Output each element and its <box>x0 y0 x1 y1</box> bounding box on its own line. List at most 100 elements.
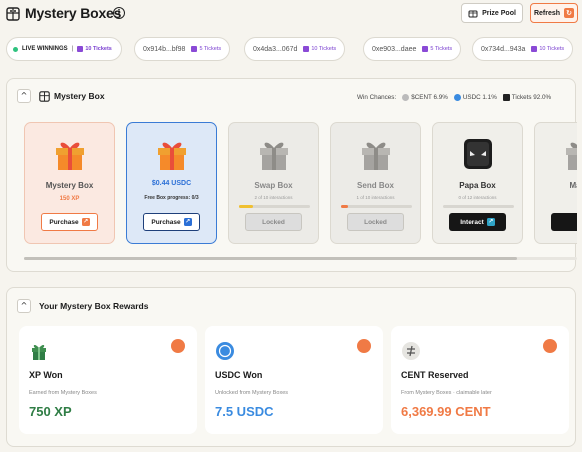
box-interactions: 1 of 10 interactions <box>356 195 395 200</box>
gift-icon <box>56 142 84 170</box>
ticker-address: 0xe903...daee <box>372 45 417 53</box>
gift-icon <box>362 142 390 170</box>
box-name: Send Box <box>357 181 394 190</box>
ticker-prize: 5 Tickets <box>422 46 452 52</box>
box-carousel[interactable]: Mystery Box 150 XP Purchase ↗ $0.44 USDC… <box>24 122 577 244</box>
mystery-box-icon <box>6 7 20 21</box>
ticker-prize: 5 Tickets <box>191 46 221 52</box>
usdc-icon <box>453 94 461 101</box>
ticker-address: 0x914b...bf98 <box>143 45 186 53</box>
ticket-icon <box>303 46 310 52</box>
ticker-address: 0x4da3...067d <box>253 45 298 53</box>
progress-bar <box>443 205 514 208</box>
ticker-prize-label: 5 Tickets <box>430 46 453 52</box>
reward-value: 7.5 USDC <box>215 404 274 419</box>
prize-pool-button[interactable]: Prize Pool <box>461 3 523 23</box>
ticker-prize-label: 5 Tickets <box>199 46 222 52</box>
purchase-button[interactable]: Purchase ↗ <box>41 213 98 231</box>
box-name: Mystery Box <box>45 181 94 190</box>
locked-button[interactable]: Locked <box>245 213 302 231</box>
box-card-usdc[interactable]: $0.44 USDC Free Box progress: 0/3 Purcha… <box>126 122 217 244</box>
arrow-icon: ↗ <box>183 218 192 226</box>
ticket-icon <box>191 46 198 52</box>
chance-tickets: Tickets 92.0% <box>502 94 551 101</box>
ticket-icon <box>422 46 429 52</box>
share-icon[interactable] <box>357 339 371 353</box>
box-name: Papa Box <box>459 181 496 190</box>
gift-icon <box>566 142 577 170</box>
info-icon[interactable]: i <box>113 7 125 19</box>
ticket-icon <box>77 46 84 52</box>
refresh-icon: ↻ <box>564 8 575 18</box>
usdc-icon <box>216 342 234 360</box>
box-card-swap[interactable]: Swap Box 2 of 10 interactions Locked <box>228 122 319 244</box>
ticker-prize: 10 Tickets <box>77 46 112 52</box>
chance-usdc: USDC 1.1% <box>453 94 497 101</box>
reward-title: XP Won <box>29 370 63 380</box>
reward-subtitle: Earned from Mystery Boxes <box>29 390 97 396</box>
interact-button[interactable]: Interact ↗ <box>449 213 506 231</box>
ticker-item: 0x734d...943a 10 Tickets <box>472 37 574 61</box>
box-name: Make <box>569 181 577 190</box>
ticker-prize-label: 10 Tickets <box>539 46 565 52</box>
free-box-progress: Free Box progress: 0/3 <box>144 195 199 201</box>
reward-card-cent: CENT Reserved From Mystery Boxes · claim… <box>391 326 569 434</box>
rewards-panel: ^ Your Mystery Box Rewards XP Won Earned… <box>6 287 576 447</box>
live-winnings-label: LIVE WINNINGS <box>22 46 68 52</box>
box-interactions: 2 of 10 interactions <box>254 195 293 200</box>
ticker-prize: 10 Tickets <box>531 46 564 52</box>
progress-bar <box>239 205 310 208</box>
share-icon[interactable] <box>171 339 185 353</box>
prize-icon <box>468 10 478 18</box>
gift-icon <box>32 344 46 360</box>
live-dot-icon <box>13 46 18 52</box>
chance-cent: $CENT 6.9% <box>402 94 448 101</box>
page-title: Mystery Boxes <box>25 5 122 21</box>
divider: | <box>71 46 74 52</box>
live-winnings-ticker: LIVE WINNINGS | 10 Tickets 0x914b...bf98… <box>6 37 576 61</box>
box-card-mystery[interactable]: Mystery Box 150 XP Purchase ↗ <box>24 122 115 244</box>
carousel-scrollbar[interactable] <box>24 257 577 260</box>
refresh-button[interactable]: Refresh ↻ <box>530 3 578 23</box>
collapse-button[interactable]: ^ <box>17 299 31 313</box>
locked-label: Locked <box>364 218 387 226</box>
locked-button[interactable]: Locked <box>347 213 404 231</box>
section-title: Mystery Box <box>54 91 105 101</box>
share-icon[interactable] <box>543 339 557 353</box>
box-card-make[interactable]: Make In <box>534 122 577 244</box>
win-chances: Win Chances: $CENT 6.9% USDC 1.1% Ticket… <box>357 94 551 101</box>
ticker-item: 0x4da3...067d 10 Tickets <box>244 37 346 61</box>
box-card-papa[interactable]: Papa Box 0 of 12 interactions Interact ↗ <box>432 122 523 244</box>
interact-label: Interact <box>460 218 484 226</box>
ticket-icon <box>502 94 510 101</box>
ticker-prize: 10 Tickets <box>303 46 336 52</box>
refresh-label: Refresh <box>533 9 561 17</box>
interact-button[interactable]: In <box>551 213 577 231</box>
reward-subtitle: Unlocked from Mystery Boxes <box>215 390 289 396</box>
prize-pool-label: Prize Pool <box>482 9 516 17</box>
cent-icon <box>402 94 410 101</box>
gift-icon <box>158 142 186 170</box>
purchase-label: Purchase <box>151 218 181 226</box>
locked-label: Locked <box>262 218 285 226</box>
reward-card-usdc: USDC Won Unlocked from Mystery Boxes 7.5… <box>205 326 383 434</box>
chance-cent-label: $CENT 6.9% <box>411 94 448 102</box>
box-card-send[interactable]: Send Box 1 of 10 interactions Locked <box>330 122 421 244</box>
box-usdc-value: $0.44 USDC <box>151 180 192 187</box>
collapse-button[interactable]: ^ <box>17 89 31 103</box>
gift-icon <box>260 142 288 170</box>
ticker-prize-label: 10 Tickets <box>85 46 112 52</box>
scrollbar-thumb[interactable] <box>24 257 517 260</box>
ticker-item: 0x914b...bf98 5 Tickets <box>134 37 231 61</box>
ticker-address: 0x734d...943a <box>481 45 526 53</box>
purchase-button[interactable]: Purchase ↗ <box>143 213 200 231</box>
section-title: Your Mystery Box Rewards <box>39 301 149 311</box>
box-price: 150 XP <box>59 196 80 202</box>
progress-bar <box>341 205 412 208</box>
win-chances-label: Win Chances: <box>357 94 397 102</box>
arrow-icon: ↗ <box>81 218 90 226</box>
purchase-label: Purchase <box>49 218 79 226</box>
page-header: Mystery Boxes i Prize Pool Refresh ↻ <box>0 0 582 30</box>
ticker-prize-label: 10 Tickets <box>311 46 337 52</box>
cent-icon <box>402 342 420 360</box>
